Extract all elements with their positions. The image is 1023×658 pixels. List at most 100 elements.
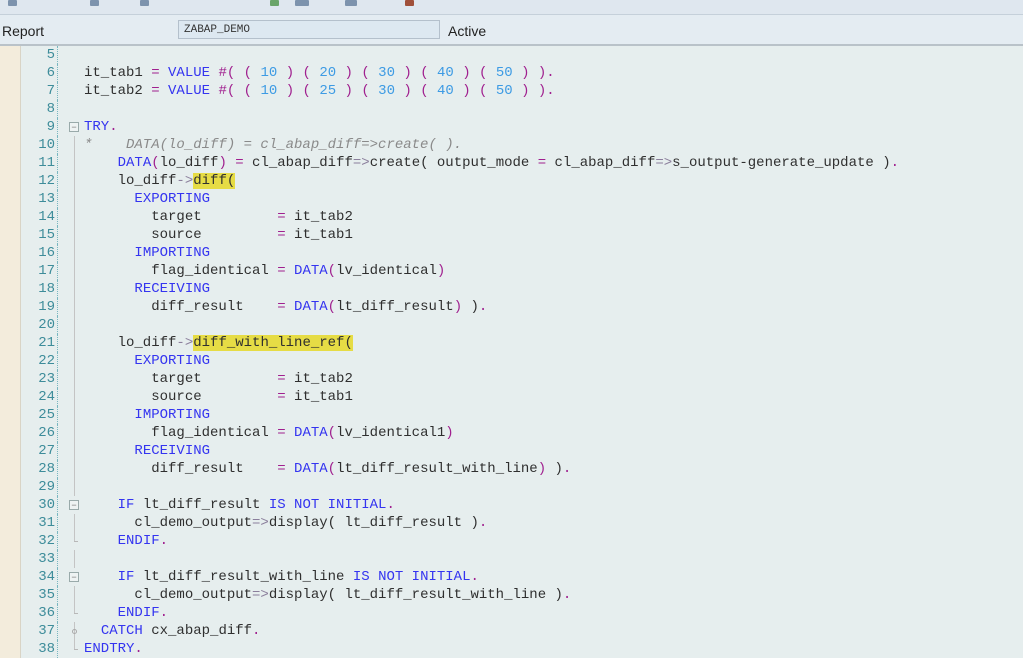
code-line[interactable]: 30 − IF lt_diff_result IS NOT INITIAL. [21,496,1023,514]
code-content[interactable]: IF lt_diff_result IS NOT INITIAL. [84,496,395,514]
code-line[interactable]: 20 [21,316,1023,334]
code-line[interactable]: 12 lo_diff->diff( [21,172,1023,190]
fold-guide-line [74,406,75,424]
code-content[interactable]: ENDTRY. [84,640,143,658]
fold-collapse-icon[interactable]: − [69,572,79,582]
code-editor[interactable]: 5 6 it_tab1 = VALUE #( ( 10 ) ( 20 ) ( 30 … [0,46,1023,658]
toolbar-icon[interactable] [345,0,357,6]
gutter-separator [57,118,58,136]
toolbar-icon[interactable] [8,0,17,6]
code-line[interactable]: 28 diff_result = DATA(lt_diff_result_wit… [21,460,1023,478]
code-line[interactable]: 6 it_tab1 = VALUE #( ( 10 ) ( 20 ) ( 30 )… [21,64,1023,82]
code-line[interactable]: 22 EXPORTING [21,352,1023,370]
program-name-field[interactable]: ZABAP_DEMO [178,20,440,39]
code-text: it_tab2 [285,371,353,387]
keyword: DATA [294,425,328,441]
code-content[interactable]: diff_result = DATA(lt_diff_result_with_l… [84,460,571,478]
code-line[interactable]: 32 ENDIF. [21,532,1023,550]
code-line[interactable]: 26 flag_identical = DATA(lv_identical1) [21,424,1023,442]
toolbar-icon[interactable] [270,0,279,6]
operator: ( [361,65,370,81]
code-content[interactable]: lo_diff->diff( [84,172,236,190]
code-text: flag_identical [84,263,278,279]
code-line[interactable]: 8 [21,100,1023,118]
code-line[interactable]: 10 * DATA(lo_diff) = cl_abap_diff=>create… [21,136,1023,154]
code-content[interactable]: it_tab2 = VALUE #( ( 10 ) ( 25 ) ( 30 ) … [84,82,555,100]
code-lines[interactable]: 5 6 it_tab1 = VALUE #( ( 10 ) ( 20 ) ( 30 … [21,46,1023,658]
code-line[interactable]: 36 ENDIF. [21,604,1023,622]
code-content[interactable]: IMPORTING [84,406,210,424]
code-content[interactable]: CATCH cx_abap_diff. [84,622,261,640]
code-line[interactable]: 17 flag_identical = DATA(lv_identical) [21,262,1023,280]
code-content[interactable]: RECEIVING [84,280,210,298]
code-content[interactable]: RECEIVING [84,442,210,460]
code-content[interactable]: diff_result = DATA(lt_diff_result) ). [84,298,487,316]
code-line[interactable]: 15 source = it_tab1 [21,226,1023,244]
line-number: 37 [38,623,55,639]
code-line[interactable]: 35 cl_demo_output=>display( lt_diff_resu… [21,586,1023,604]
code-content[interactable]: EXPORTING [84,352,210,370]
code-line[interactable]: 11 DATA(lo_diff) = cl_abap_diff=>create(… [21,154,1023,172]
code-content[interactable]: cl_demo_output=>display( lt_diff_result … [84,514,487,532]
code-text: it_tab1 [285,227,353,243]
code-line[interactable]: 18 RECEIVING [21,280,1023,298]
code-content[interactable]: lo_diff->diff_with_line_ref( [84,334,353,352]
code-content[interactable]: target = it_tab2 [84,208,353,226]
code-line[interactable]: 24 source = it_tab1 [21,388,1023,406]
code-line[interactable]: 19 diff_result = DATA(lt_diff_result) ). [21,298,1023,316]
code-content[interactable]: ENDIF. [84,532,168,550]
code-line[interactable]: 31 cl_demo_output=>display( lt_diff_resu… [21,514,1023,532]
gutter-separator [57,190,58,208]
code-line[interactable]: 23 target = it_tab2 [21,370,1023,388]
fold-collapse-icon[interactable]: − [69,500,79,510]
code-line[interactable]: 16 IMPORTING [21,244,1023,262]
code-line[interactable]: 25 IMPORTING [21,406,1023,424]
fold-guide-line [74,298,75,316]
fold-guide-line [74,460,75,478]
code-content[interactable]: source = it_tab1 [84,388,353,406]
code-content[interactable]: source = it_tab1 [84,226,353,244]
code-line[interactable]: 14 target = it_tab2 [21,208,1023,226]
code-line[interactable]: 21 lo_diff->diff_with_line_ref( [21,334,1023,352]
fold-end-marker [74,649,78,650]
code-line[interactable]: 37 CATCH cx_abap_diff. [21,622,1023,640]
code-line[interactable]: 5 [21,46,1023,64]
code-line[interactable]: 7 it_tab2 = VALUE #( ( 10 ) ( 25 ) ( 30 )… [21,82,1023,100]
code-content[interactable]: IF lt_diff_result_with_line IS NOT INITI… [84,568,479,586]
toolbar-icon[interactable] [295,0,309,6]
program-header: Report ZABAP_DEMO Active [0,15,1023,46]
fold-collapse-icon[interactable]: − [69,122,79,132]
code-content[interactable]: IMPORTING [84,244,210,262]
code-content[interactable]: flag_identical = DATA(lv_identical1) [84,424,453,442]
toolbar-icon[interactable] [140,0,149,6]
toolbar-icon[interactable] [90,0,99,6]
gutter-separator [57,370,58,388]
line-number: 38 [38,641,55,657]
code-line[interactable]: 33 [21,550,1023,568]
code-line[interactable]: 29 [21,478,1023,496]
operator: ). [537,83,555,99]
code-content[interactable]: TRY. [84,118,118,136]
toolbar-icon[interactable] [405,0,414,6]
code-line[interactable]: 9 − TRY. [21,118,1023,136]
code-content[interactable]: ENDIF. [84,604,168,622]
code-content[interactable]: it_tab1 = VALUE #( ( 10 ) ( 20 ) ( 30 ) … [84,64,555,82]
code-content[interactable]: * DATA(lo_diff) = cl_abap_diff=>create( … [84,136,462,154]
code-content[interactable]: DATA(lo_diff) = cl_abap_diff=>create( ou… [84,154,899,172]
code-content[interactable]: EXPORTING [84,190,210,208]
code-line[interactable]: 34 − IF lt_diff_result_with_line IS NOT I… [21,568,1023,586]
code-line[interactable]: 38 ENDTRY. [21,640,1023,658]
code-line[interactable]: 27 RECEIVING [21,442,1023,460]
operator: ( [302,65,311,81]
code-content[interactable]: cl_demo_output=>display( lt_diff_result_… [84,586,571,604]
code-content[interactable]: target = it_tab2 [84,370,353,388]
line-number: 12 [38,173,55,189]
code-content[interactable]: flag_identical = DATA(lv_identical) [84,262,445,280]
code-line[interactable]: 13 EXPORTING [21,190,1023,208]
